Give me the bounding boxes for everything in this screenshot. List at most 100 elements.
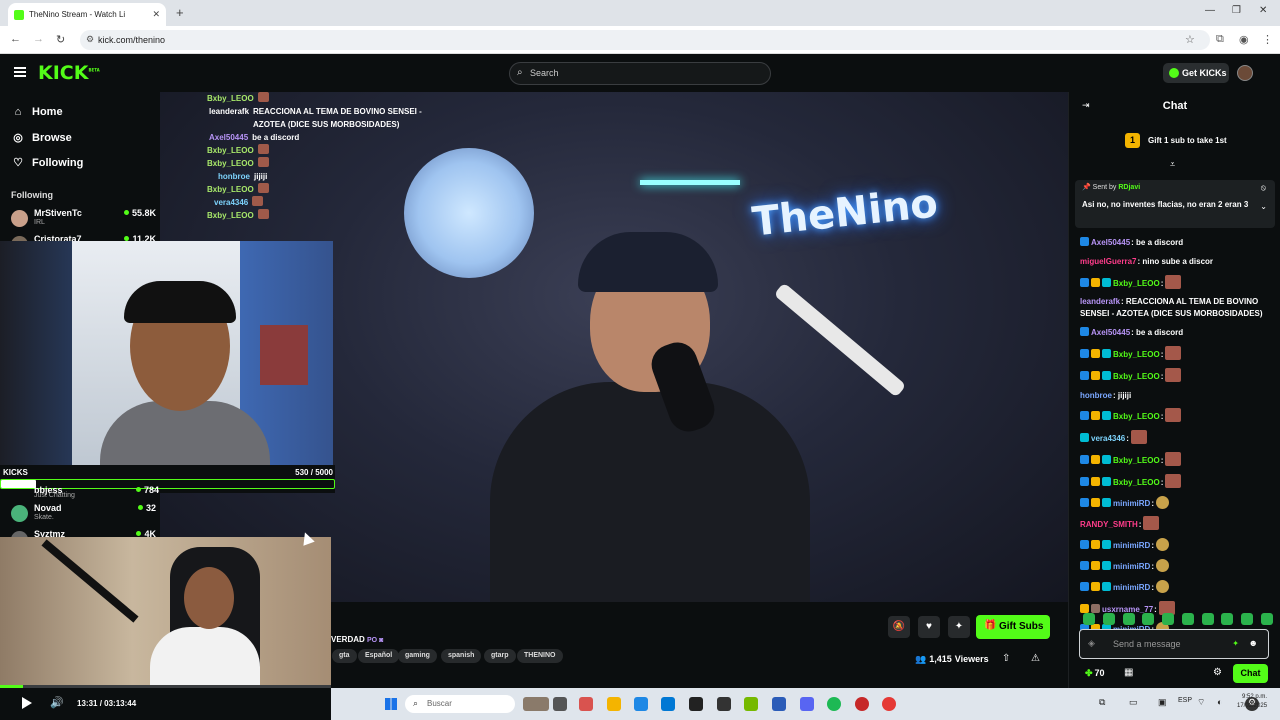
terminal-icon[interactable] — [689, 697, 703, 711]
tag-chip[interactable]: gaming — [398, 649, 437, 663]
edge-icon[interactable] — [634, 697, 648, 711]
chat-username[interactable]: miguelGuerra7 — [1080, 257, 1136, 266]
taskbar-search[interactable]: ⌕ Buscar — [405, 695, 515, 713]
task-view-icon[interactable] — [553, 697, 567, 711]
get-kicks-button[interactable]: Get KICKs — [1163, 63, 1229, 83]
chat-message[interactable]: Bxby_LEOO: — [1080, 473, 1276, 489]
chat-message[interactable]: Bxby_LEOO: — [1080, 274, 1276, 290]
emote-icon[interactable] — [1241, 613, 1254, 625]
app-icon[interactable] — [717, 697, 731, 711]
chat-username[interactable]: Bxby_LEOO — [1113, 478, 1160, 487]
chat-message[interactable]: Bxby_LEOO: — [1080, 367, 1276, 383]
volume-tray-icon[interactable]: ◐ — [1217, 697, 1222, 707]
emote-icon[interactable] — [1201, 613, 1214, 625]
followed-channel[interactable]: Syztmz 4K — [11, 529, 156, 537]
tray-icon[interactable]: ▭ — [1129, 697, 1138, 708]
chat-username[interactable]: leanderafk — [1080, 297, 1120, 306]
collapse-chat-icon[interactable]: ⇥ — [1082, 100, 1090, 111]
tray-icon[interactable]: ⧉ — [1099, 697, 1105, 708]
share-icon[interactable]: ⇧ — [1002, 653, 1010, 664]
chat-username[interactable]: minimiRD — [1113, 541, 1150, 550]
store-icon[interactable] — [661, 697, 675, 711]
emote-icon[interactable] — [1083, 613, 1095, 625]
emote-icon[interactable] — [1142, 613, 1155, 625]
taskbar-clock[interactable]: 9:52 p.m. 17/03/2025 — [1237, 693, 1267, 711]
chat-username[interactable]: Bxby_LEOO — [1113, 350, 1160, 359]
play-icon[interactable] — [22, 697, 32, 709]
tag-chip[interactable]: spanish — [441, 649, 482, 663]
chat-message[interactable]: Axel50445: be a discord — [1080, 327, 1276, 339]
minimize-icon[interactable]: — — [1205, 5, 1215, 16]
chat-message[interactable]: Bxby_LEOO: — [1080, 408, 1276, 423]
reload-icon[interactable]: ↻ — [56, 33, 65, 46]
gift-leaderboard[interactable]: 1 Gift 1 sub to take 1st ⩡ — [1069, 130, 1280, 169]
emoji-picker-icon[interactable]: ☻ — [1249, 638, 1258, 648]
browser-tab[interactable]: TheNino Stream - Watch Li ✕ — [8, 3, 166, 26]
chat-username[interactable]: honbroe — [1080, 391, 1112, 400]
url-field[interactable]: kick.com/thenino — [80, 30, 1210, 50]
profile-icon[interactable]: ◉ — [1239, 33, 1249, 46]
site-info-icon[interactable]: ⚙ — [86, 34, 94, 45]
chat-username[interactable]: RANDY_SMITH — [1080, 520, 1138, 529]
emote-icon[interactable] — [1122, 613, 1135, 625]
spotify-icon[interactable] — [827, 697, 841, 711]
chat-username[interactable]: Bxby_LEOO — [1113, 279, 1160, 288]
chat-message[interactable]: Axel50445: be a discord — [1080, 237, 1276, 249]
user-avatar[interactable] — [1237, 65, 1253, 81]
chat-message[interactable]: vera4346: — [1080, 430, 1276, 445]
chat-username[interactable]: Bxby_LEOO — [1113, 372, 1160, 381]
kick-emote-icon[interactable]: ✦ — [1232, 639, 1239, 648]
chat-message[interactable]: minimiRD: — [1080, 579, 1276, 594]
chevron-down-icon[interactable]: ⌄ — [1260, 202, 1267, 211]
chat-message[interactable]: minimiRD: — [1080, 538, 1276, 552]
kicks-button[interactable]: ✦ — [948, 616, 970, 638]
discord-icon[interactable] — [800, 697, 814, 711]
followed-channel[interactable]: MrStivenTc IRL 55.8K — [11, 208, 156, 230]
search-input[interactable]: ⌕ Search — [509, 62, 771, 85]
forward-icon[interactable]: → — [33, 33, 44, 45]
extensions-icon[interactable]: ⧉ — [1216, 33, 1224, 46]
wifi-icon[interactable]: ⌔ — [1197, 697, 1205, 708]
chat-message[interactable]: miguelGuerra7: nino sube a discor — [1080, 256, 1276, 268]
chat-message[interactable]: Bxby_LEOO: — [1080, 345, 1276, 361]
unpin-icon[interactable]: ⦸ — [1261, 183, 1266, 193]
chat-username[interactable]: Bxby_LEOO — [1113, 412, 1160, 421]
tray-icon[interactable]: ▣ — [1158, 697, 1167, 708]
chrome-icon[interactable] — [882, 697, 896, 711]
chat-username[interactable]: vera4346 — [1091, 434, 1125, 443]
close-window-icon[interactable]: ✕ — [1259, 5, 1267, 16]
chat-username[interactable]: Axel50445 — [1091, 238, 1130, 247]
new-tab-button[interactable]: + — [176, 5, 184, 20]
windows-start-icon[interactable] — [385, 698, 397, 710]
kick-logo[interactable]: KICKBETA — [38, 62, 100, 84]
pip-webcam-bottom[interactable] — [0, 537, 331, 685]
tag-chip[interactable]: Español — [358, 649, 400, 663]
language-indicator[interactable]: ESP — [1178, 697, 1192, 704]
send-chat-button[interactable]: Chat — [1233, 664, 1268, 683]
chat-message[interactable]: minimiRD: — [1080, 558, 1276, 573]
chat-username[interactable]: Axel50445 — [1091, 328, 1130, 337]
tag-chip[interactable]: gtarp — [484, 649, 516, 663]
app-icon[interactable] — [772, 697, 786, 711]
menu-icon[interactable] — [14, 67, 26, 77]
sidebar-item-home[interactable]: ⌂ Home — [12, 106, 63, 118]
volume-icon[interactable]: 🔊 — [50, 696, 64, 709]
chat-message-input[interactable]: ◈ Send a message ✦ ☻ — [1079, 629, 1269, 659]
emote-icon[interactable] — [1181, 613, 1194, 625]
chat-message[interactable]: minimiRD: — [1080, 495, 1276, 510]
notifications-off-button[interactable]: 🔕 — [888, 616, 910, 638]
emote-icon[interactable] — [1102, 613, 1115, 625]
chat-username[interactable]: minimiRD — [1113, 562, 1150, 571]
expand-leaderboard-icon[interactable]: ⩡ — [1170, 159, 1175, 170]
gift-box-icon[interactable]: ▦ — [1124, 667, 1133, 678]
file-explorer-icon[interactable] — [607, 697, 621, 711]
nvidia-icon[interactable] — [744, 697, 758, 711]
followed-channel[interactable]: bbjess 784 — [11, 483, 159, 497]
chat-username[interactable]: Bxby_LEOO — [1113, 456, 1160, 465]
chat-message[interactable]: honbroe: jijiji — [1080, 390, 1276, 402]
chat-settings-icon[interactable]: ⚙ — [1213, 667, 1222, 678]
bookmark-star-icon[interactable]: ☆ — [1185, 33, 1195, 46]
report-icon[interactable]: ⚠ — [1031, 653, 1040, 664]
app-icon[interactable] — [579, 697, 593, 711]
tag-chip[interactable]: THENINO — [517, 649, 563, 663]
